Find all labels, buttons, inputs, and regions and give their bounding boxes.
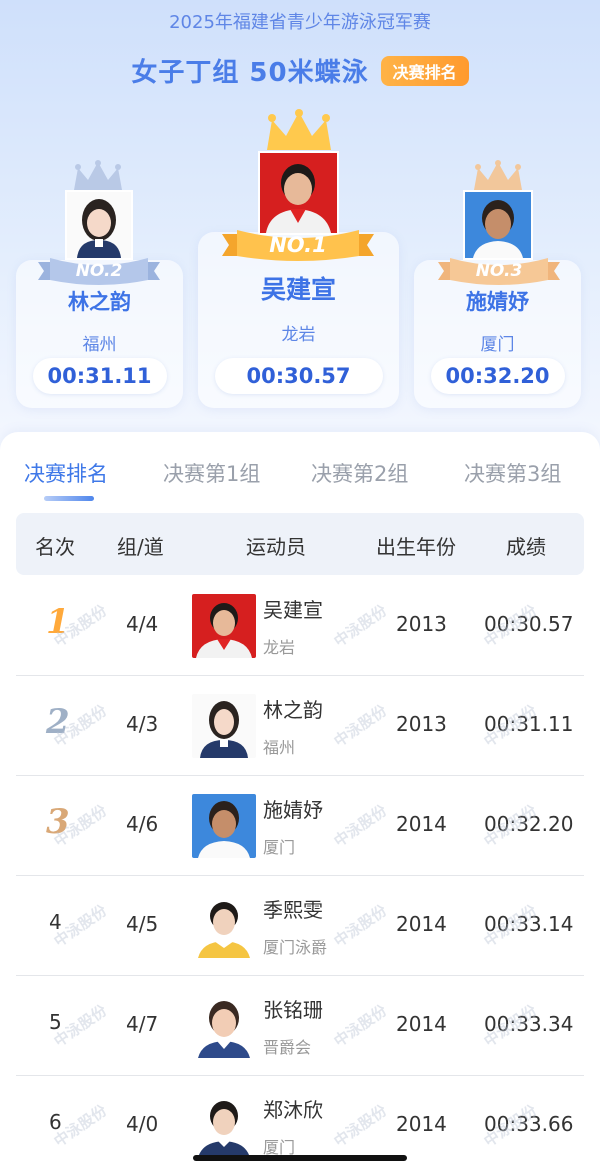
podium-time: 00:32.20 bbox=[430, 358, 565, 394]
tab-bar: 决赛排名 决赛第1组 决赛第2组 决赛第3组 bbox=[0, 458, 600, 498]
result-time: 00:33.34 bbox=[484, 1012, 574, 1036]
birth-year: 2014 bbox=[396, 1012, 447, 1036]
lane: 4/0 bbox=[126, 1112, 159, 1136]
athlete-name: 张铭珊 bbox=[263, 998, 323, 1022]
podium-name: 林之韵 bbox=[68, 290, 131, 314]
bronze-crown-icon bbox=[474, 160, 522, 190]
silver-crown-icon bbox=[74, 160, 122, 190]
athlete-name: 郑沐欣 bbox=[263, 1098, 323, 1122]
rank-number: 4 bbox=[49, 910, 62, 934]
gold-medal-rank: 1 bbox=[46, 602, 70, 642]
header-birth-year: 出生年份 bbox=[376, 535, 456, 559]
avatar bbox=[192, 894, 256, 958]
athlete-team: 龙岩 bbox=[263, 638, 296, 657]
event-title-row: 女子丁组 50米蝶泳 决赛排名 bbox=[0, 52, 600, 89]
tab-final-group-1[interactable]: 决赛第1组 bbox=[163, 458, 260, 488]
table-row[interactable]: 1 4/4 吴建宣 龙岩 2013 00:30.57 bbox=[16, 576, 584, 676]
athlete-team: 厦门 bbox=[263, 838, 296, 857]
no1-label: NO.1 bbox=[269, 233, 327, 257]
event-title: 女子丁组 50米蝶泳 bbox=[131, 58, 369, 88]
avatar bbox=[192, 794, 256, 858]
header-rank: 名次 bbox=[35, 535, 75, 559]
table-header: 名次 组/道 运动员 出生年份 成绩 bbox=[16, 513, 584, 575]
athlete-name: 吴建宣 bbox=[263, 598, 323, 622]
birth-year: 2013 bbox=[396, 712, 447, 736]
athlete-name: 施婧妤 bbox=[263, 798, 323, 822]
table-row[interactable]: 4 4/5 季熙雯 厦门泳爵 2014 00:33.14 bbox=[16, 876, 584, 976]
table-row[interactable]: 2 4/3 林之韵 福州 2013 00:31.11 bbox=[16, 676, 584, 776]
header-lane: 组/道 bbox=[117, 535, 164, 559]
athlete-team: 厦门泳爵 bbox=[263, 938, 328, 957]
avatar bbox=[192, 594, 256, 658]
podium-city: 龙岩 bbox=[281, 325, 316, 345]
avatar bbox=[192, 994, 256, 1058]
final-ranking-badge: 决赛排名 bbox=[380, 55, 469, 86]
table-row[interactable]: 3 4/6 施婧妤 厦门 2014 00:32.20 bbox=[16, 776, 584, 876]
lane: 4/4 bbox=[126, 612, 159, 636]
result-time: 00:32.20 bbox=[484, 812, 574, 836]
lane: 4/3 bbox=[126, 712, 159, 736]
athlete-team: 福州 bbox=[263, 738, 296, 757]
podium-photo-second bbox=[65, 190, 133, 260]
lane: 4/6 bbox=[126, 812, 159, 836]
podium-name: 施婧妤 bbox=[466, 290, 529, 314]
tab-final-group-2[interactable]: 决赛第2组 bbox=[311, 458, 408, 488]
active-tab-indicator bbox=[44, 496, 94, 501]
podium-name: 吴建宣 bbox=[260, 275, 336, 304]
result-time: 00:33.66 bbox=[484, 1112, 574, 1136]
birth-year: 2014 bbox=[396, 812, 447, 836]
table-row[interactable]: 5 4/7 张铭珊 晋爵会 2014 00:33.34 bbox=[16, 976, 584, 1076]
header-athlete: 运动员 bbox=[246, 535, 306, 559]
bronze-medal-rank: 3 bbox=[46, 802, 70, 842]
rank-number: 5 bbox=[49, 1010, 62, 1034]
tab-final-ranking[interactable]: 决赛排名 bbox=[24, 458, 108, 488]
result-time: 00:30.57 bbox=[484, 612, 574, 636]
tab-final-group-3[interactable]: 决赛第3组 bbox=[464, 458, 561, 488]
podium-city: 福州 bbox=[82, 335, 117, 355]
athlete-team: 晋爵会 bbox=[263, 1038, 312, 1057]
podium-city: 厦门 bbox=[480, 335, 515, 355]
competition-title: 2025年福建省青少年游泳冠军赛 bbox=[169, 12, 431, 33]
avatar bbox=[192, 1094, 256, 1158]
lane: 4/7 bbox=[126, 1012, 159, 1036]
birth-year: 2013 bbox=[396, 612, 447, 636]
athlete-name: 林之韵 bbox=[263, 698, 323, 722]
lane: 4/5 bbox=[126, 912, 159, 936]
rank-number: 6 bbox=[49, 1110, 62, 1134]
silver-medal-rank: 2 bbox=[46, 702, 70, 742]
no2-label: NO.2 bbox=[75, 261, 123, 281]
birth-year: 2014 bbox=[396, 1112, 447, 1136]
home-indicator[interactable] bbox=[193, 1155, 407, 1161]
result-time: 00:31.11 bbox=[484, 712, 574, 736]
result-time: 00:33.14 bbox=[484, 912, 574, 936]
gold-crown-icon bbox=[267, 109, 331, 150]
avatar bbox=[192, 694, 256, 758]
podium-photo-first bbox=[258, 151, 339, 235]
birth-year: 2014 bbox=[396, 912, 447, 936]
header-result: 成绩 bbox=[506, 535, 546, 559]
no3-label: NO.3 bbox=[475, 261, 523, 281]
podium-time: 00:31.11 bbox=[32, 358, 167, 394]
podium-photo-third bbox=[463, 190, 533, 260]
podium-time: 00:30.57 bbox=[214, 358, 383, 394]
athlete-name: 季熙雯 bbox=[263, 898, 323, 922]
